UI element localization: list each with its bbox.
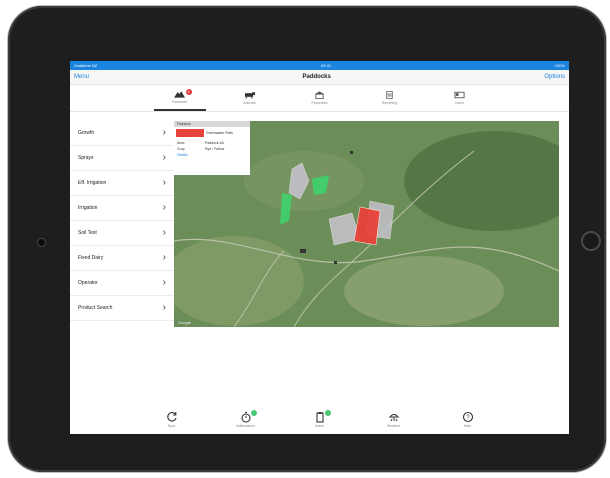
nav-bar: Menu Paddocks Options: [70, 70, 569, 85]
carrier-text: Vodafone NZ: [74, 63, 98, 68]
tab-label: Reporting: [381, 101, 398, 105]
sidebar-item-label: Irrigation: [78, 205, 98, 211]
hill-icon: [174, 91, 185, 98]
chevron-right-icon: ›: [162, 152, 166, 163]
sidebar-item-irrigation[interactable]: Irrigation ›: [70, 196, 174, 221]
cow-icon: [244, 92, 255, 99]
notifications-button[interactable]: Notifications: [229, 409, 263, 428]
stopwatch-icon: [240, 411, 251, 423]
tab-properties[interactable]: Properties: [294, 85, 346, 111]
sidebar-item-growth[interactable]: Growth ›: [70, 121, 174, 146]
tab-badge: 2: [185, 89, 192, 95]
popup-row2-value: Rye / Fallow: [205, 147, 225, 151]
sidebar-item-label: Eff. Irrigation: [78, 180, 107, 186]
top-tabs: Paddocks 2 Animals Properties Reporting …: [70, 85, 569, 112]
toolbar-label: Sync: [167, 423, 176, 428]
status-bar: Vodafone NZ 09:41 100%: [70, 61, 569, 70]
tab-label: Properties: [311, 101, 328, 105]
refresh-icon: [166, 411, 177, 422]
menu-button[interactable]: Menu: [74, 74, 89, 80]
app-screen: Vodafone NZ 09:41 100% Menu Paddocks Opt…: [70, 61, 569, 434]
popup-row1-label: Area: [177, 141, 185, 145]
notes-dot: [324, 409, 331, 416]
paddock-color-swatch: [176, 128, 204, 137]
sidebar-item-eff-irrigation[interactable]: Eff. Irrigation ›: [70, 171, 174, 196]
farm-building-icon: [314, 91, 325, 99]
chevron-right-icon: ›: [162, 302, 166, 313]
chevron-right-icon: ›: [162, 277, 166, 288]
toolbar-label: Notes: [314, 423, 325, 428]
tab-reporting[interactable]: Reporting: [364, 85, 416, 111]
toolbar-label: Help: [463, 423, 472, 428]
sidebar-item-label: Operator: [78, 280, 98, 286]
chevron-right-icon: ›: [162, 227, 166, 238]
sidebar-item-label: Fixed Dairy: [78, 255, 104, 261]
home-button[interactable]: [581, 231, 601, 251]
help-button[interactable]: ? Help: [451, 411, 485, 428]
battery-text: 100%: [554, 63, 565, 68]
sidebar: Growth › Sprays › Eff. Irrigation › Irrigat…: [70, 121, 174, 321]
page-title: Paddocks: [302, 74, 331, 80]
sidebar-item-label: Product Search: [78, 305, 113, 311]
popup-details-link[interactable]: Details: [174, 151, 250, 159]
sidebar-item-sprays[interactable]: Sprays ›: [70, 146, 174, 171]
chevron-right-icon: ›: [162, 252, 166, 263]
help-icon: ?: [462, 411, 473, 422]
sidebar-item-product-search[interactable]: Product Search ›: [70, 296, 174, 321]
chevron-right-icon: ›: [162, 202, 166, 213]
sidebar-item-fixed-dairy[interactable]: Fixed Dairy ›: [70, 246, 174, 271]
tab-animals[interactable]: Animals: [224, 85, 276, 111]
camera: [37, 238, 46, 247]
popup-name: Greenwater Flats: [206, 130, 233, 135]
tab-users[interactable]: Users: [434, 85, 486, 111]
report-icon: [386, 91, 393, 99]
ipad-frame: Vodafone NZ 09:41 100% Menu Paddocks Opt…: [8, 6, 606, 472]
toolbar-label: Notifications: [235, 423, 256, 428]
google-watermark: Google: [178, 320, 191, 325]
svg-text:?: ?: [466, 415, 470, 421]
sync-button[interactable]: Sync: [155, 411, 189, 428]
sidebar-item-label: Growth: [78, 130, 95, 136]
tab-label: Animals: [243, 101, 256, 105]
weather-button[interactable]: Weather: [377, 411, 411, 428]
tab-label: Users: [454, 101, 465, 105]
paddock-popup[interactable]: Paddock Greenwater Flats Area Paddock 4A…: [174, 121, 250, 175]
chevron-right-icon: ›: [162, 127, 166, 138]
chevron-right-icon: ›: [162, 177, 166, 188]
options-button[interactable]: Options: [544, 74, 565, 80]
tab-label: Paddocks: [171, 100, 188, 104]
time-text: 09:41: [321, 63, 332, 68]
rain-icon: [388, 413, 399, 421]
sidebar-item-label: Soil Test: [78, 230, 97, 236]
tab-paddocks[interactable]: Paddocks 2: [153, 85, 206, 111]
popup-row2-label: Crop: [177, 147, 185, 151]
popup-row1-value: Paddock 4A: [205, 141, 224, 145]
satellite-map[interactable]: Paddock Greenwater Flats Area Paddock 4A…: [174, 121, 559, 327]
sidebar-item-label: Sprays: [78, 155, 94, 161]
sidebar-item-operator[interactable]: Operator ›: [70, 271, 174, 296]
notes-button[interactable]: Notes: [303, 409, 337, 428]
toolbar-label: Weather: [386, 423, 401, 428]
bottom-toolbar: Sync Notifications Notes Weather ? Help: [70, 404, 569, 434]
id-card-icon: [454, 91, 465, 99]
clipboard-icon: [315, 411, 324, 423]
sidebar-item-soil-test[interactable]: Soil Test ›: [70, 221, 174, 246]
notification-dot: [250, 409, 257, 416]
